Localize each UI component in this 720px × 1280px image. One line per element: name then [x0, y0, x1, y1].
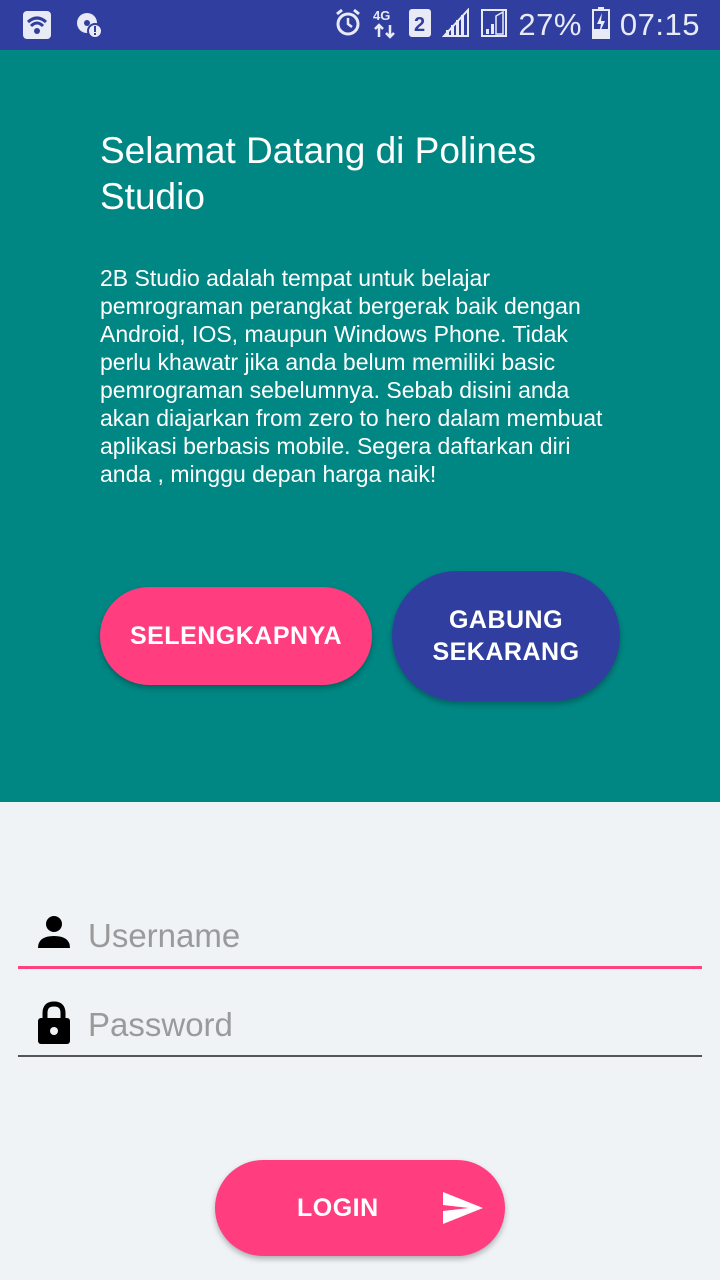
join-now-button[interactable]: GABUNG SEKARANG	[392, 571, 620, 701]
learn-more-button[interactable]: SELENGKAPNYA	[100, 587, 372, 685]
status-bar: 4G 2 27% 07:15	[0, 0, 720, 50]
person-icon	[36, 914, 72, 954]
wifi-icon	[22, 10, 52, 45]
network-4g-icon: 4G	[372, 7, 398, 44]
data-saver-icon	[74, 10, 104, 45]
battery-charging-icon	[591, 6, 610, 44]
studio-description: 2B Studio adalah tempat untuk belajar pe…	[100, 265, 603, 487]
login-button-label: LOGIN	[297, 1194, 379, 1222]
send-icon	[441, 1190, 485, 1226]
alarm-icon	[334, 8, 362, 43]
svg-text:4G: 4G	[373, 8, 390, 23]
clock: 07:15	[619, 7, 700, 42]
lock-icon	[36, 1001, 72, 1044]
password-input[interactable]	[86, 995, 690, 1055]
sim-2-icon: 2	[408, 8, 432, 43]
svg-text:2: 2	[414, 14, 425, 36]
username-input[interactable]	[86, 906, 690, 966]
password-field[interactable]	[18, 995, 702, 1057]
welcome-title: Selamat Datang di Polines Studio	[100, 130, 537, 217]
battery-percentage: 27%	[518, 7, 582, 42]
hero-section: Selamat Datang di Polines Studio 2B Stud…	[0, 50, 720, 802]
signal-icon	[442, 6, 470, 43]
username-field[interactable]	[18, 906, 702, 969]
signal-icon	[480, 8, 508, 43]
login-button[interactable]: LOGIN	[215, 1160, 505, 1256]
